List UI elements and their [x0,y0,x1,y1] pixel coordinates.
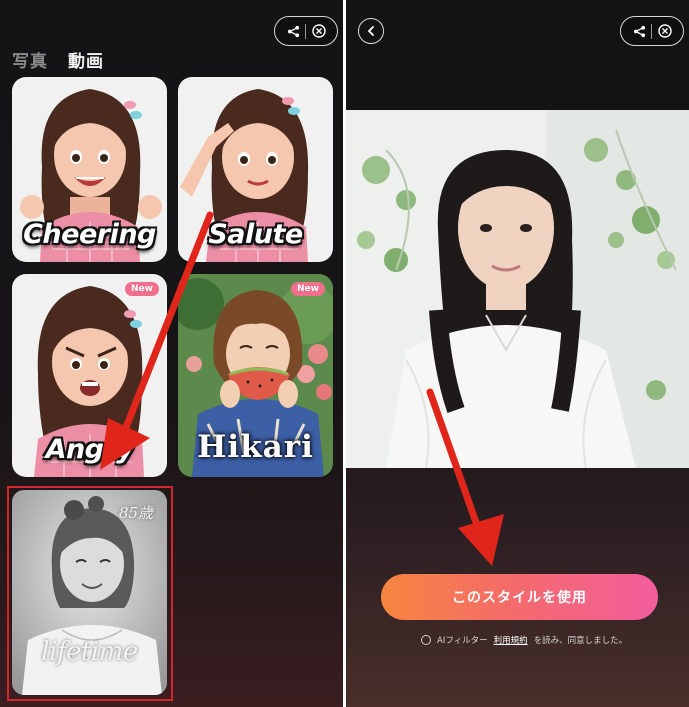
back-button[interactable] [358,18,384,44]
style-card-hikari[interactable]: New Hikari [178,274,333,477]
new-badge: New [291,282,325,296]
share-icon[interactable] [631,23,647,39]
style-card-cheering[interactable]: Cheering [12,77,167,262]
terms-link[interactable]: 利用規約 [494,634,528,646]
terms-agreement: AIフィルター 利用規約 を読み、同意しました。 [421,634,627,646]
preview-panel: このスタイルを使用 AIフィルター 利用規約 を読み、同意しました。 [346,0,689,707]
style-card-salute[interactable]: Salute [178,77,333,262]
tab-video[interactable]: 動画 [68,47,104,72]
tab-photo[interactable]: 写真 [12,47,48,72]
left-toolbar [274,16,338,46]
right-toolbar [620,16,684,46]
agreement-suffix: を読み、同意しました。 [533,636,628,646]
selection-highlight-frame [7,486,173,701]
share-icon[interactable] [285,23,301,39]
card-label: Salute [208,219,303,250]
agreement-prefix: AIフィルター [437,636,488,646]
uploaded-photo-preview [346,110,689,468]
agree-radio[interactable] [421,635,431,645]
chevron-left-icon [367,26,374,36]
card-label: Cheering [23,219,156,250]
toolbar-divider [305,23,307,39]
card-label: Angry [45,434,134,465]
close-circle-icon[interactable] [311,23,327,39]
style-card-angry[interactable]: New Angry [12,274,167,477]
style-picker-panel: 写真 動画 Cheering Salute New Angry New Hika… [0,0,343,707]
media-tabs: 写真 動画 [12,47,104,72]
use-this-style-button[interactable]: このスタイルを使用 [381,574,658,620]
close-circle-icon[interactable] [657,23,673,39]
toolbar-divider [651,23,653,39]
card-label: Hikari [197,429,314,465]
new-badge: New [125,282,159,296]
